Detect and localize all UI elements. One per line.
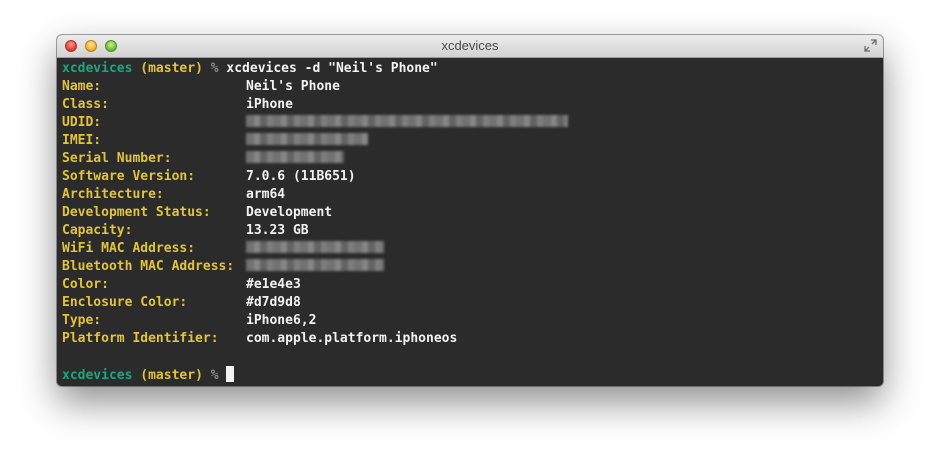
redacted-value <box>246 259 384 271</box>
info-row: IMEI: <box>62 132 878 150</box>
info-label: Platform Identifier: <box>62 331 219 346</box>
prompt-branch: (master) <box>140 61 203 76</box>
info-label: Bluetooth MAC Address: <box>62 259 235 274</box>
info-row: WiFi MAC Address: <box>62 240 878 258</box>
device-info-list: Name: Neil's Phone Class: iPhone UDID: IMEI: S… <box>62 78 878 348</box>
info-label: Development Status: <box>62 205 211 220</box>
info-row: Class: iPhone <box>62 96 878 114</box>
info-label: Type: <box>62 313 102 328</box>
redacted-value <box>246 151 344 163</box>
info-label: Enclosure Color: <box>62 295 188 310</box>
info-row: Architecture: arm64 <box>62 186 878 204</box>
info-label: Name: <box>62 79 102 94</box>
terminal-output[interactable]: xcdevices (master) % xcdevices -d "Neil'… <box>57 58 883 386</box>
info-label: Class: <box>62 97 109 112</box>
info-row: Bluetooth MAC Address: <box>62 258 878 276</box>
command-line: xcdevices (master) % xcdevices -d "Neil'… <box>62 60 878 78</box>
info-row: Name: Neil's Phone <box>62 78 878 96</box>
info-value: 7.0.6 (11B651) <box>246 169 356 184</box>
info-label: Software Version: <box>62 169 196 184</box>
info-row: Serial Number: <box>62 150 878 168</box>
redacted-value <box>246 133 368 145</box>
info-label: IMEI: <box>62 133 102 148</box>
redacted-value <box>246 241 384 253</box>
redacted-value <box>246 115 568 127</box>
info-row: Color: #e1e4e3 <box>62 276 878 294</box>
info-row: Enclosure Color: #d7d9d8 <box>62 294 878 312</box>
info-value: #e1e4e3 <box>246 277 301 292</box>
terminal-window: xcdevices xcdevices (master) % xcdevices… <box>57 35 883 386</box>
title-bar[interactable]: xcdevices <box>57 35 883 58</box>
info-row: Capacity: 13.23 GB <box>62 222 878 240</box>
info-value: 13.23 GB <box>246 223 309 238</box>
prompt-symbol: % <box>210 368 219 383</box>
info-value: Neil's Phone <box>246 79 340 94</box>
prompt-branch: (master) <box>140 368 203 383</box>
prompt-line[interactable]: xcdevices (master) % <box>62 366 878 384</box>
info-row: Type: iPhone6,2 <box>62 312 878 330</box>
info-label: UDID: <box>62 115 102 130</box>
info-value: com.apple.platform.iphoneos <box>246 331 458 346</box>
prompt-symbol: % <box>210 61 219 76</box>
prompt-dir: xcdevices <box>62 368 133 383</box>
info-label: Capacity: <box>62 223 133 238</box>
info-label: Color: <box>62 277 109 292</box>
info-row: Platform Identifier: com.apple.platform.i… <box>62 330 878 348</box>
info-row: Development Status: Development <box>62 204 878 222</box>
info-value: iPhone <box>246 97 293 112</box>
info-row: UDID: <box>62 114 878 132</box>
fullscreen-icon[interactable] <box>864 39 877 52</box>
text-cursor <box>226 366 235 382</box>
info-label: WiFi MAC Address: <box>62 241 196 256</box>
info-value: arm64 <box>246 187 286 202</box>
info-value: #d7d9d8 <box>246 295 301 310</box>
info-value: Development <box>246 205 333 220</box>
info-row: Software Version: 7.0.6 (11B651) <box>62 168 878 186</box>
window-title: xcdevices <box>441 38 499 53</box>
info-value: iPhone6,2 <box>246 313 317 328</box>
info-label: Serial Number: <box>62 151 172 166</box>
prompt-dir: xcdevices <box>62 61 133 76</box>
command-text: xcdevices -d "Neil's Phone" <box>226 61 438 76</box>
info-label: Architecture: <box>62 187 164 202</box>
